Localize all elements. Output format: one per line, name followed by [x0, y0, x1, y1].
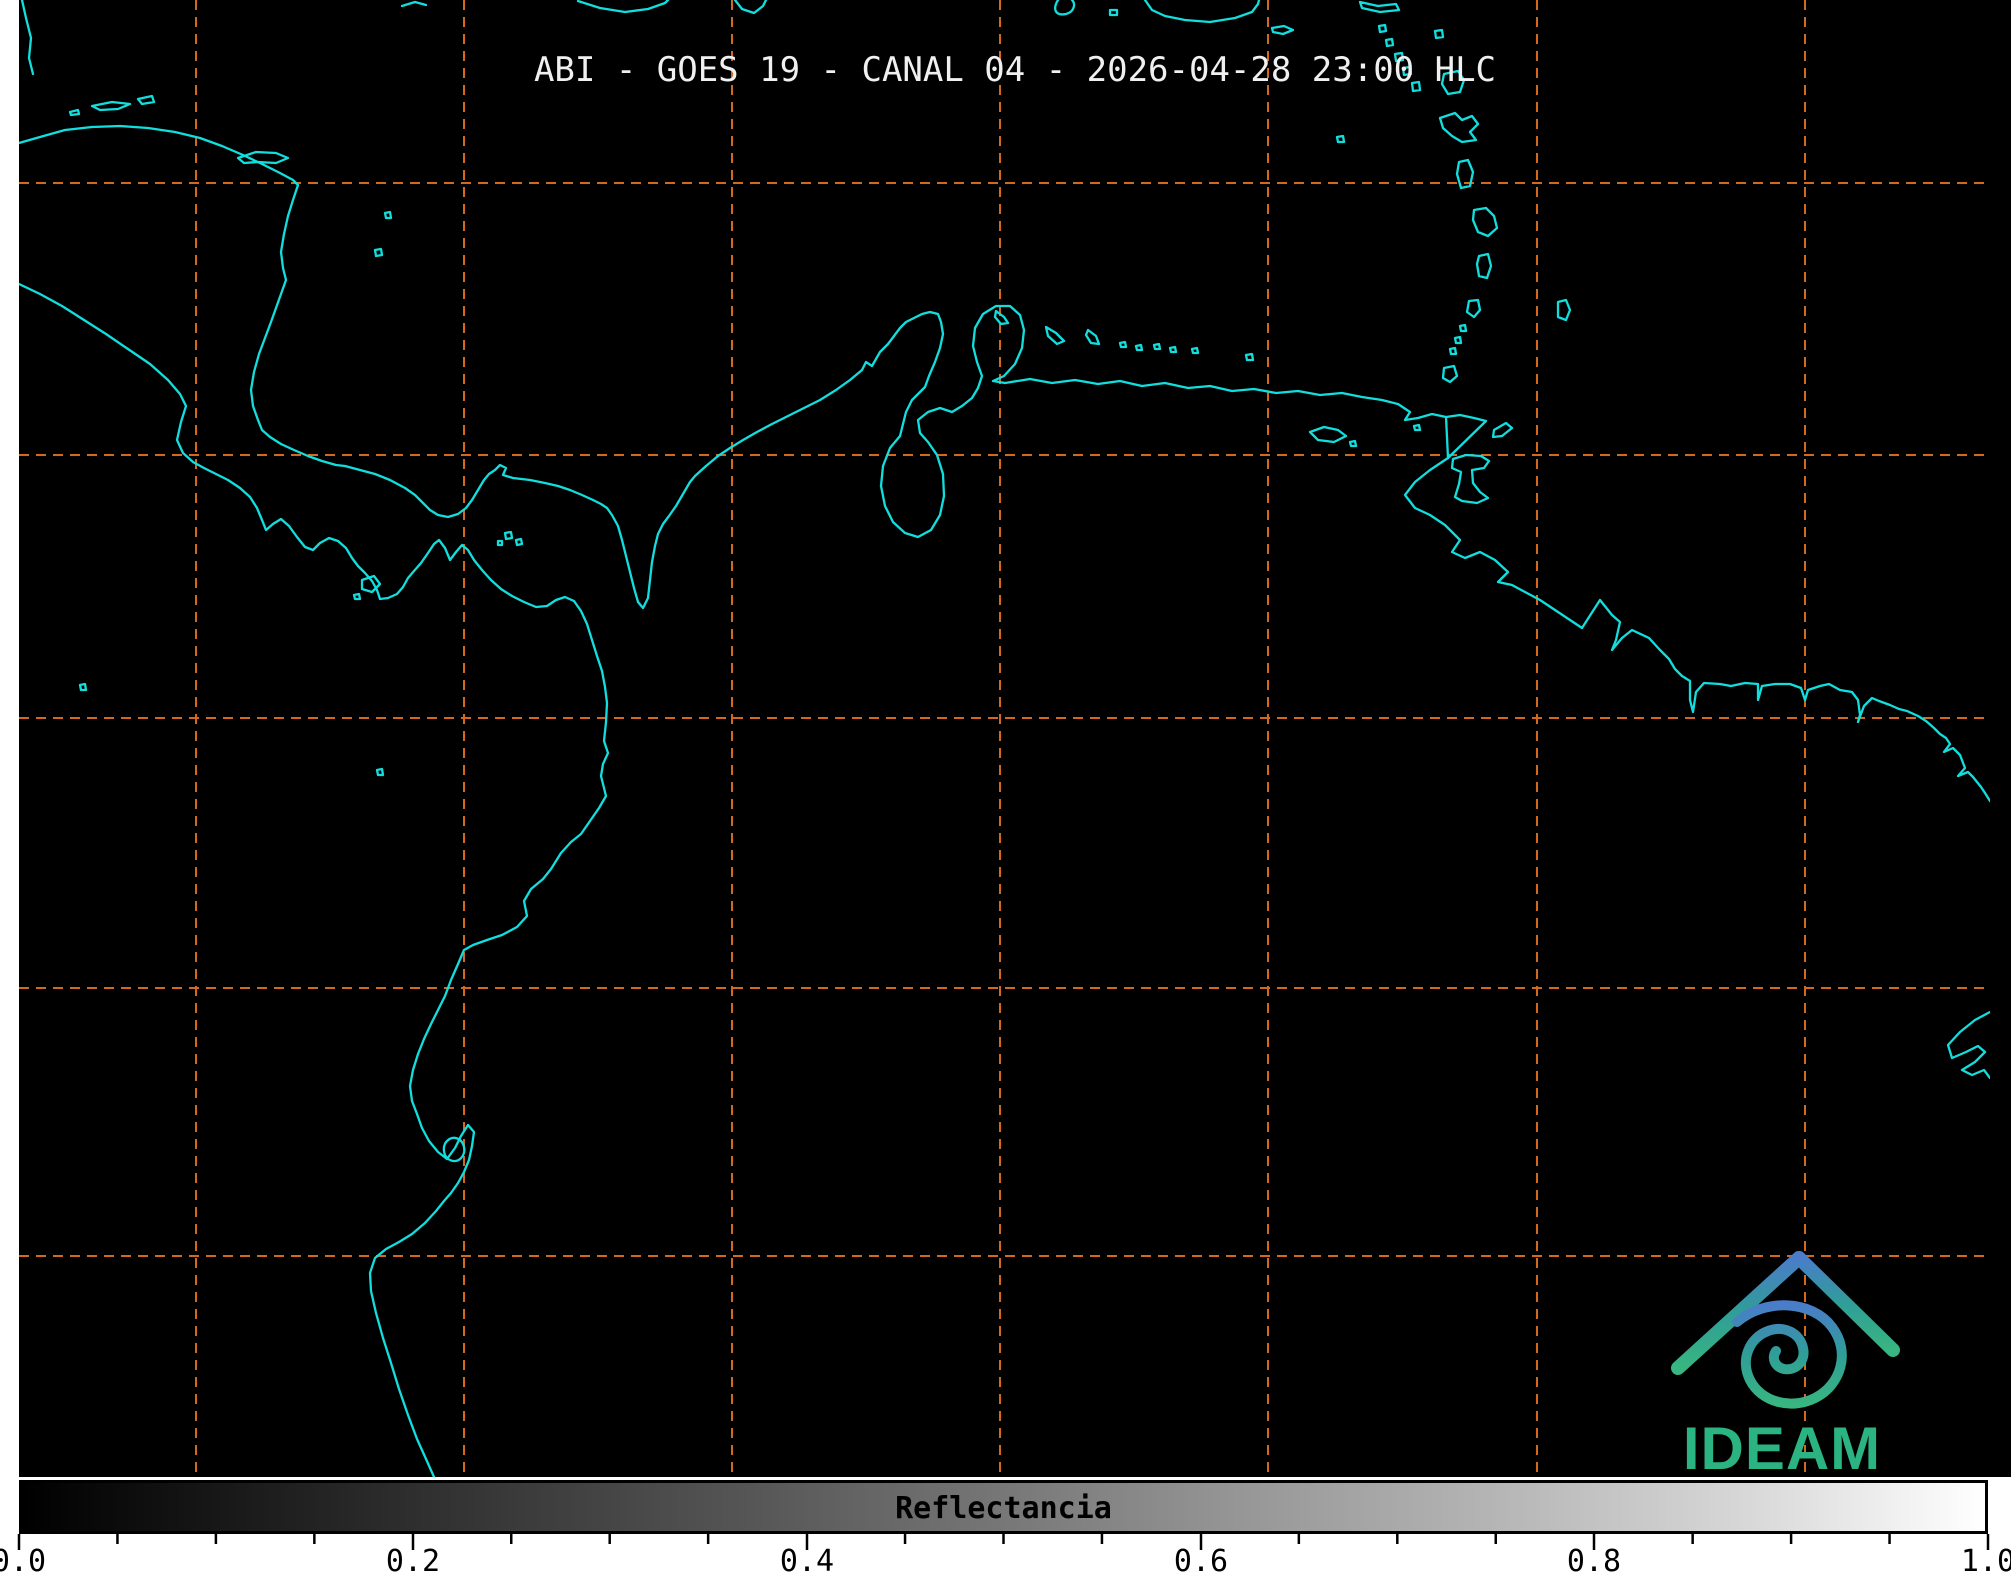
logo-hurricane-spiral — [1732, 1300, 1847, 1409]
map-title: ABI - GOES 19 - CANAL 04 - 2026-04-28 23… — [533, 50, 1497, 90]
tick-label-0.6: 0.6 — [1173, 1544, 1229, 1577]
colorbar-ticks — [17, 1534, 1990, 1550]
reflectance-colorbar: Reflectancia — [19, 1480, 1988, 1534]
ideam-logo-text: IDEAM — [1682, 1415, 1882, 1482]
colorbar-axis — [17, 1534, 1990, 1550]
logo-mountain-right-stroke — [1792, 1251, 1900, 1357]
colorbar-label: Reflectancia — [895, 1491, 1112, 1526]
tick-label-0.2: 0.2 — [385, 1544, 441, 1577]
ideam-logo-icon — [1671, 1251, 1900, 1409]
tick-label-0.4: 0.4 — [779, 1544, 835, 1577]
map-area: ABI - GOES 19 - CANAL 04 - 2026-04-28 23… — [0, 0, 2011, 1477]
tick-label-0.8: 0.8 — [1566, 1544, 1622, 1577]
satellite-image-figure: ABI - GOES 19 - CANAL 04 - 2026-04-28 23… — [0, 0, 2011, 1577]
tick-label-0.0: 0.0 — [0, 1544, 47, 1577]
tick-label-1.0: 1.0 — [1960, 1544, 2011, 1577]
